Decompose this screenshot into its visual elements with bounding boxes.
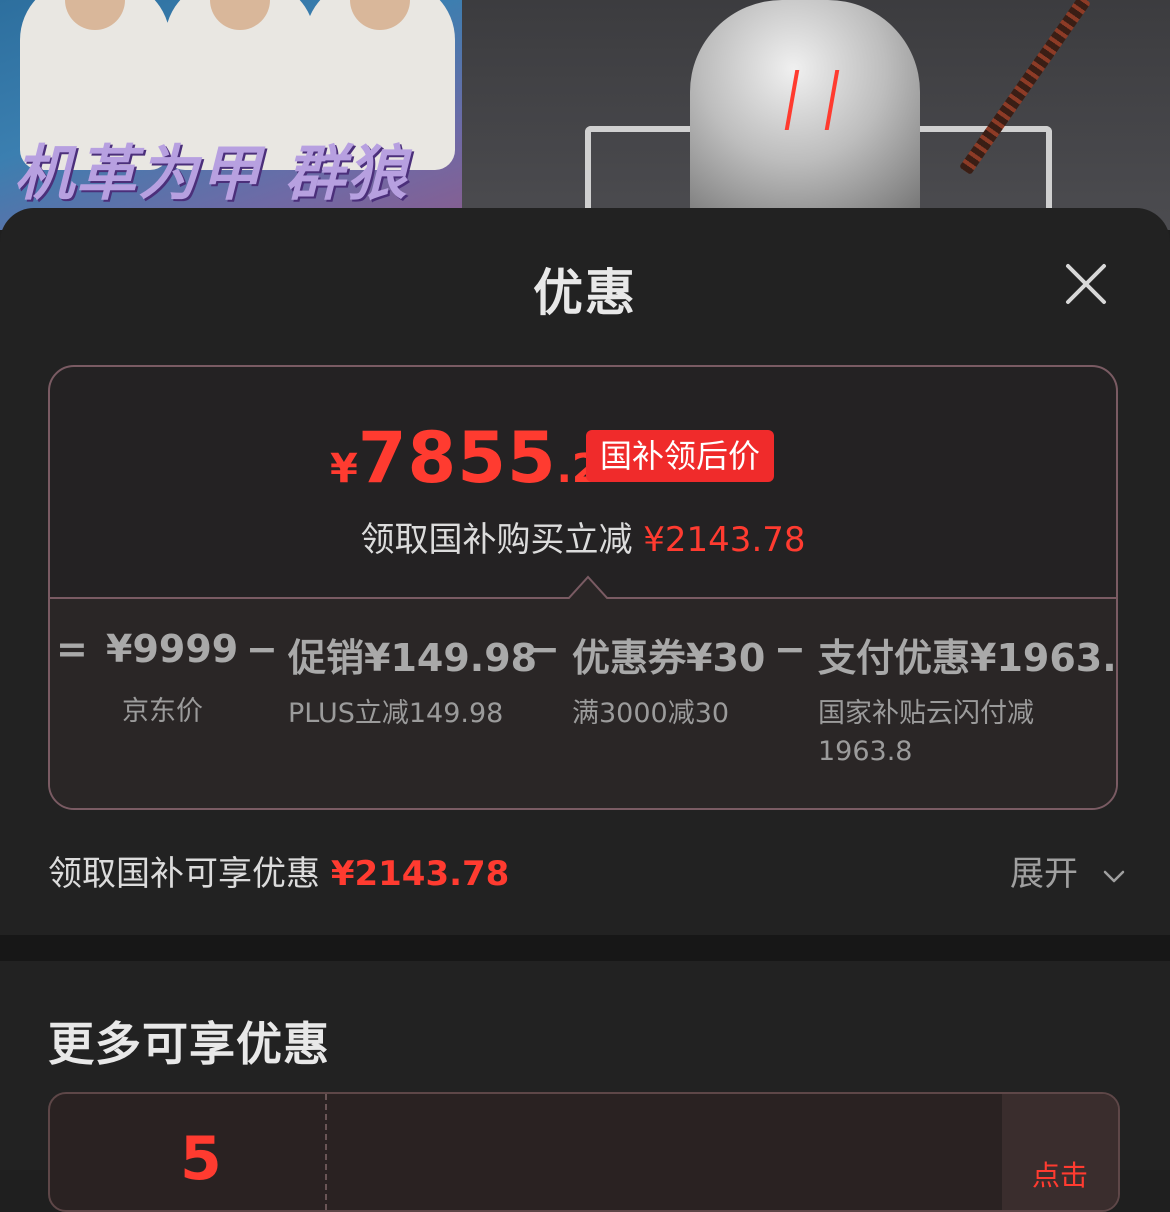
coupon-action-label: 点击	[1032, 1159, 1089, 1192]
minus-sign: −	[774, 627, 806, 671]
close-icon	[1066, 264, 1106, 304]
payment-desc-line1: 国家补贴云闪付减	[818, 698, 1034, 729]
currency-symbol: ¥	[330, 446, 358, 492]
promo-desc: PLUS立减149.98	[288, 698, 504, 729]
esports-team-image: 机革为甲 群狼打瓦	[0, 0, 462, 230]
sheet-title: 优惠	[533, 264, 637, 322]
formula-panel: = ¥9999 − 促销¥149.98 − 优惠券¥30 − 支付优惠¥1963…	[50, 575, 1118, 808]
save-label: 领取国补购买立减	[360, 520, 633, 560]
coupon-amount: 优惠券¥30	[572, 636, 766, 680]
chevron-down-icon	[1103, 870, 1125, 882]
coupon-value: 5	[180, 1124, 222, 1194]
product-banner: 机革为甲 群狼打瓦	[0, 0, 1170, 230]
coupon-card[interactable]: 5 点击	[48, 1092, 1120, 1212]
claim-amount: ¥2143.78	[330, 854, 510, 894]
close-button[interactable]	[1060, 258, 1112, 310]
payment-desc-line2: 1963.8	[818, 736, 913, 767]
minus-sign: −	[528, 627, 560, 671]
more-discounts-title: 更多可享优惠	[48, 1017, 330, 1071]
price-breakdown-card: ¥7855.22 国补领后价 领取国补购买立减 ¥2143.78 = ¥9999…	[48, 365, 1118, 810]
save-line: 领取国补购买立减 ¥2143.78	[50, 512, 1116, 561]
final-price: ¥7855.22	[330, 417, 628, 499]
price-formula: = ¥9999 − 促销¥149.98 − 优惠券¥30 − 支付优惠¥1963…	[50, 627, 1118, 767]
minus-sign: −	[246, 627, 278, 671]
subsidy-price-badge: 国补领后价	[586, 430, 775, 482]
promo-amount: 促销¥149.98	[288, 636, 538, 680]
claim-subsidy-row: 领取国补可享优惠 ¥2143.78	[48, 846, 509, 895]
save-amount: ¥2143.78	[643, 520, 806, 560]
expand-label: 展开	[1010, 854, 1078, 894]
payment-discount-amount: 支付优惠¥1963.8	[818, 636, 1118, 680]
coupon-desc: 满3000减30	[572, 698, 730, 729]
section-divider	[0, 935, 1170, 961]
discount-sheet: 优惠 ¥7855.22 国补领后价 领取国补购买立减 ¥2143.78 = ¥9…	[0, 208, 1170, 1212]
jd-price: ¥9999	[106, 627, 239, 671]
claim-label: 领取国补可享优惠	[48, 854, 320, 894]
equals-sign: =	[56, 627, 88, 671]
expand-button[interactable]: 展开	[1010, 846, 1125, 895]
coupon-separator	[325, 1094, 327, 1210]
coupon-action-area[interactable]: 点击	[1002, 1094, 1118, 1210]
final-price-integer: 7855	[357, 417, 557, 499]
jd-price-label: 京东价	[122, 696, 203, 727]
